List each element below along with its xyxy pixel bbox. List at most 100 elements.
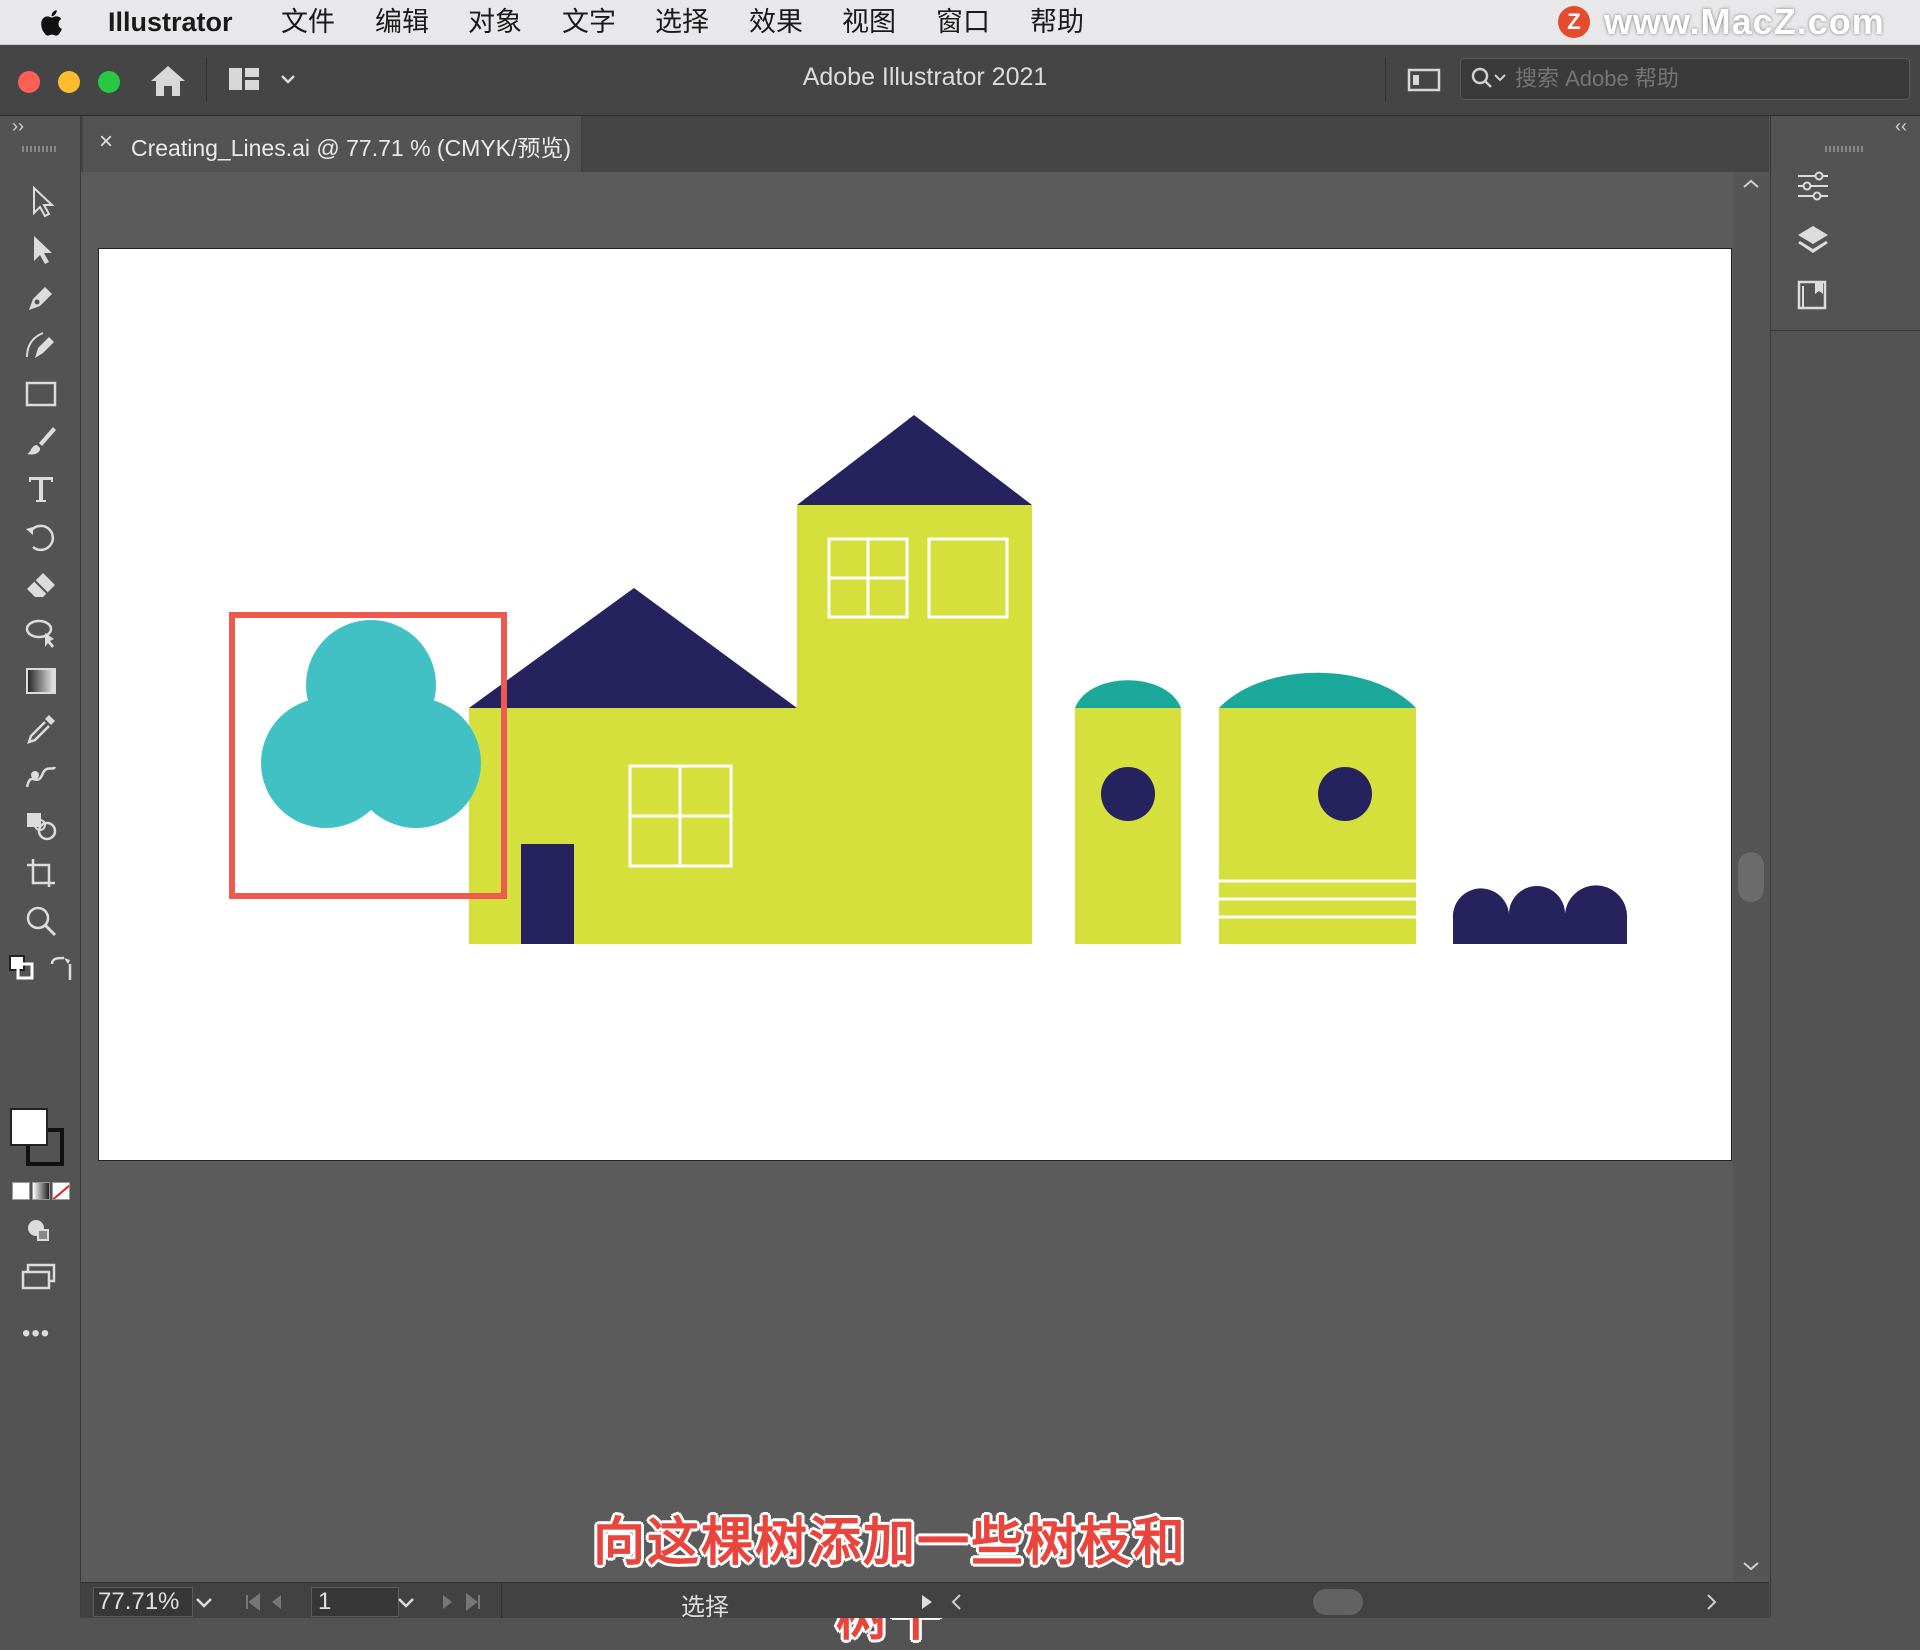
none-button[interactable] (52, 1182, 70, 1200)
watermark: Z www.MacZ.com (1558, 1, 1885, 42)
search-icon (1471, 67, 1506, 88)
lasso-tool[interactable] (16, 612, 66, 654)
rectangle-tool[interactable] (16, 372, 66, 414)
menu-bar: Illustrator 文件 编辑 对象 文字 选择 效果 视图 窗口 帮助 Z… (0, 0, 1920, 45)
vertical-scroll-thumb[interactable] (1738, 852, 1764, 902)
wide-silo-body[interactable] (1219, 708, 1416, 944)
artboard-tool-icon (27, 859, 55, 887)
blend-tool-icon (25, 766, 57, 788)
status-menu-arrow-icon[interactable] (917, 1591, 937, 1613)
document-tab[interactable]: × Creating_Lines.ai @ 77.71 % (CMYK/预览) (83, 116, 582, 172)
menu-file[interactable]: 文件 (281, 6, 335, 38)
direct-selection-tool[interactable] (16, 228, 66, 270)
panel-grip[interactable] (1825, 146, 1865, 152)
panel-grip[interactable] (22, 146, 56, 152)
type-tool-icon (29, 477, 53, 502)
draw-mode-icon[interactable] (24, 1216, 54, 1246)
workspace-switcher-icon[interactable] (226, 65, 266, 95)
menu-window[interactable]: 窗口 (936, 6, 990, 38)
zoom-level-field[interactable]: 77.71% (93, 1587, 193, 1617)
menu-view[interactable]: 视图 (842, 6, 896, 38)
curvature-tool[interactable] (16, 324, 66, 366)
arrange-documents-icon[interactable] (1406, 65, 1442, 95)
blend-tool[interactable] (16, 756, 66, 798)
home-icon[interactable] (148, 63, 188, 99)
direct-selection-tool-icon (34, 236, 52, 264)
zoom-window-button[interactable] (98, 71, 120, 93)
collapse-toolbar-button[interactable]: ›› (12, 116, 24, 137)
screen-mode-icon[interactable] (20, 1262, 58, 1292)
close-window-button[interactable] (18, 71, 40, 93)
small-silo-body[interactable] (1075, 708, 1181, 944)
gradient-tool[interactable] (16, 660, 66, 702)
help-search-field[interactable] (1460, 58, 1910, 100)
tower-body[interactable] (797, 505, 1032, 944)
pen-tool[interactable] (16, 276, 66, 318)
eraser-tool[interactable] (16, 564, 66, 606)
menu-app-name[interactable]: Illustrator (108, 6, 233, 38)
menu-edit[interactable]: 编辑 (375, 6, 429, 38)
edit-toolbar-button[interactable]: ••• (22, 1320, 50, 1348)
artboard-number-field[interactable]: 1 (311, 1587, 399, 1617)
bush[interactable] (1452, 885, 1628, 944)
type-tool[interactable] (16, 468, 66, 510)
scroll-left-icon[interactable] (947, 1591, 967, 1613)
scroll-right-icon[interactable] (1701, 1591, 1721, 1613)
small-silo-window[interactable] (1101, 767, 1155, 821)
wide-silo-dome[interactable] (1219, 672, 1416, 708)
zoom-tool-icon (26, 906, 57, 937)
app-title: Adobe Illustrator 2021 (802, 63, 1048, 91)
horizontal-scroll-thumb[interactable] (1313, 1589, 1363, 1615)
vertical-scrollbar[interactable] (1733, 172, 1769, 1582)
chevron-down-icon[interactable] (278, 69, 298, 89)
artboard[interactable] (98, 248, 1732, 1161)
menu-select[interactable]: 选择 (655, 6, 709, 38)
rectangle-tool-icon (25, 381, 57, 407)
eyedropper-tool[interactable] (16, 708, 66, 750)
search-input[interactable] (1513, 63, 1897, 95)
default-fill-stroke-icon[interactable] (8, 954, 38, 984)
layers-panel-button[interactable] (1791, 218, 1835, 262)
selection-tool[interactable] (16, 180, 66, 222)
tree-top[interactable] (261, 620, 481, 828)
next-last-artboard-icon[interactable] (435, 1591, 495, 1613)
small-silo-dome[interactable] (1075, 680, 1181, 708)
properties-panel-button[interactable] (1791, 164, 1835, 208)
zoom-tool[interactable] (16, 900, 66, 942)
collapse-panels-button[interactable]: ‹‹ (1895, 116, 1907, 137)
paintbrush-tool[interactable] (16, 420, 66, 462)
gradient-tool-icon (26, 668, 56, 694)
main-house-roof[interactable] (469, 588, 797, 708)
scroll-down-icon[interactable] (1739, 1558, 1763, 1574)
wide-silo-window[interactable] (1318, 767, 1372, 821)
shape-builder-tool[interactable] (16, 804, 66, 846)
menu-type[interactable]: 文字 (562, 6, 616, 38)
libraries-icon (1797, 280, 1827, 310)
layers-icon (1798, 226, 1828, 253)
libraries-panel-button[interactable] (1791, 272, 1835, 316)
gradient-button[interactable] (32, 1182, 50, 1200)
menu-help[interactable]: 帮助 (1030, 6, 1084, 38)
menu-effect[interactable]: 效果 (749, 6, 803, 38)
minimize-window-button[interactable] (58, 71, 80, 93)
menu-object[interactable]: 对象 (468, 6, 522, 38)
rotate-tool[interactable] (16, 516, 66, 558)
tower-roof[interactable] (797, 415, 1032, 505)
apple-icon[interactable] (38, 8, 68, 38)
document-tab-title[interactable]: Creating_Lines.ai @ 77.71 % (CMYK/预览) (131, 129, 571, 163)
artboard-dropdown-chevron-icon[interactable] (393, 1591, 419, 1613)
eyedropper-tool-icon (27, 715, 55, 744)
close-tab-button[interactable]: × (99, 128, 113, 156)
first-previous-artboard-icon[interactable] (241, 1591, 301, 1613)
fill-swatch[interactable] (10, 1108, 48, 1146)
zoom-dropdown-chevron-icon[interactable] (191, 1591, 217, 1613)
color-mode-buttons[interactable] (12, 1182, 70, 1200)
watermark-logo: Z (1558, 6, 1590, 38)
color-button[interactable] (12, 1182, 30, 1200)
scroll-up-icon[interactable] (1739, 176, 1763, 192)
artboard-tool[interactable] (16, 852, 66, 894)
swap-fill-stroke-icon[interactable] (46, 954, 76, 984)
watermark-text: www.MacZ.com (1604, 1, 1885, 42)
right-panel-dock: ‹‹ (1770, 116, 1920, 1617)
door[interactable] (521, 844, 574, 944)
